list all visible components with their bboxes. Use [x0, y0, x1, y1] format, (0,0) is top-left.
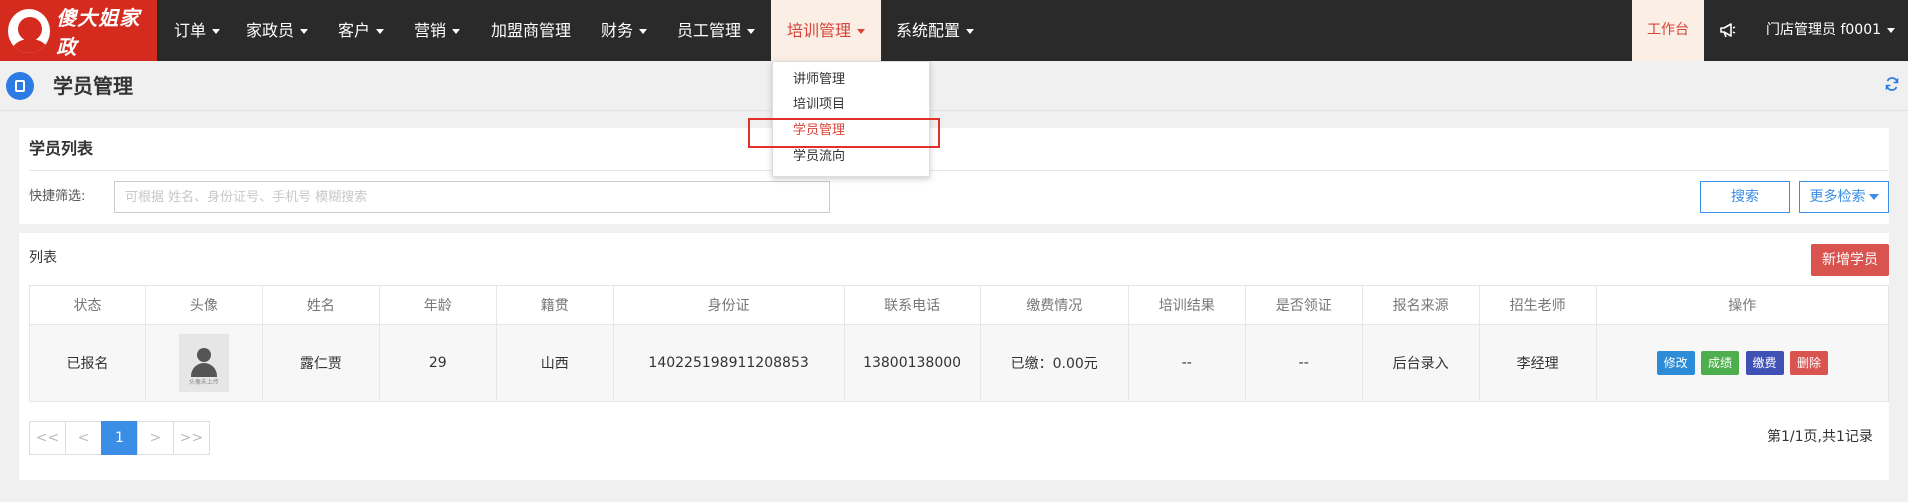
brand-avatar-icon	[8, 8, 51, 53]
column-header: 籍贯	[495, 285, 614, 325]
caret-down-icon	[1868, 194, 1879, 200]
nav-item-training[interactable]: 培训管理	[771, 0, 882, 61]
nav-item-finance[interactable]: 财务	[601, 0, 648, 61]
column-header: 操作	[1595, 285, 1890, 325]
column-header: 姓名	[261, 285, 380, 325]
column-header: 招生老师	[1478, 285, 1597, 325]
user-menu[interactable]: 门店管理员 f0001	[1766, 0, 1896, 61]
caret-down-icon	[212, 29, 221, 34]
cell-phone: 13800138000	[843, 324, 981, 402]
caret-down-icon	[376, 29, 385, 34]
caret-down-icon	[966, 29, 975, 34]
table-row: 已报名 头像未上传 露仁贾 29 山西 140225198911208853 1…	[29, 324, 1890, 402]
score-button[interactable]: 成绩	[1701, 351, 1740, 375]
nav-item-franchise[interactable]: 加盟商管理	[491, 0, 571, 61]
caret-down-icon	[639, 29, 648, 34]
column-header: 年龄	[378, 285, 497, 325]
last-page-button[interactable]: >>	[173, 421, 210, 455]
cell-origin: 山西	[495, 324, 614, 402]
list-label: 列表	[29, 250, 57, 266]
more-search-button[interactable]: 更多检索	[1799, 181, 1889, 213]
edit-button[interactable]: 修改	[1656, 351, 1695, 375]
search-input[interactable]	[114, 181, 830, 213]
cell-avatar: 头像未上传	[144, 324, 263, 402]
column-header: 是否领证	[1244, 285, 1363, 325]
caret-down-icon	[1887, 27, 1896, 33]
brand-name: 傻大姐家政	[56, 5, 141, 59]
cell-id-card: 140225198911208853	[612, 324, 845, 402]
page-title: 学员管理	[53, 74, 133, 98]
nav-item-customers[interactable]: 客户	[338, 0, 385, 61]
column-header: 头像	[144, 285, 263, 325]
nav-item-staff[interactable]: 员工管理	[677, 0, 756, 61]
nav-item-housekeepers[interactable]: 家政员	[246, 0, 309, 61]
column-header: 培训结果	[1127, 285, 1246, 325]
column-header: 报名来源	[1361, 285, 1480, 325]
cell-name: 露仁贾	[261, 324, 380, 402]
page-button-current[interactable]: 1	[101, 421, 138, 455]
divider	[29, 170, 1889, 171]
section-title: 学员列表	[29, 139, 94, 158]
menu-item-instructors[interactable]: 讲师管理	[793, 68, 845, 92]
book-icon	[6, 72, 34, 100]
workbench-button[interactable]: 工作台	[1632, 0, 1704, 61]
nav-item-system-config[interactable]: 系统配置	[896, 0, 975, 61]
nav-item-orders[interactable]: 订单	[174, 0, 221, 61]
caret-down-icon	[452, 29, 461, 34]
add-student-button[interactable]: 新增学员	[1811, 244, 1889, 276]
column-header: 身份证	[612, 285, 845, 325]
column-header: 状态	[29, 285, 146, 325]
pay-button[interactable]: 缴费	[1745, 351, 1784, 375]
column-header: 联系电话	[843, 285, 981, 325]
delete-button[interactable]: 删除	[1789, 351, 1828, 375]
first-page-button[interactable]: <<	[29, 421, 66, 455]
top-navbar: 傻大姐家政 订单 家政员 客户 营销 加盟商管理 财务 员工管理 培训管理 系统…	[0, 0, 1908, 61]
cell-payment: 已缴：0.00元	[979, 324, 1129, 402]
avatar[interactable]: 头像未上传	[178, 334, 229, 392]
caret-down-icon	[857, 29, 866, 34]
pagination-info: 第1/1页,共1记录	[1767, 429, 1873, 445]
table-header-row: 状态 头像 姓名 年龄 籍贯 身份证 联系电话 缴费情况 培训结果 是否领证 报…	[29, 285, 1890, 325]
next-page-button[interactable]: >	[137, 421, 174, 455]
column-header: 缴费情况	[979, 285, 1129, 325]
cell-certificate: --	[1244, 324, 1363, 402]
prev-page-button[interactable]: <	[65, 421, 102, 455]
cell-training-result: --	[1127, 324, 1246, 402]
page-header	[0, 61, 1908, 111]
students-table: 状态 头像 姓名 年龄 籍贯 身份证 联系电话 缴费情况 培训结果 是否领证 报…	[29, 285, 1890, 402]
megaphone-icon[interactable]	[1718, 20, 1738, 40]
menu-item-student-flow[interactable]: 学员流向	[793, 145, 845, 169]
highlight-box	[748, 118, 940, 148]
cell-status: 已报名	[29, 324, 146, 402]
cell-source: 后台录入	[1361, 324, 1480, 402]
caret-down-icon	[300, 29, 309, 34]
cell-age: 29	[378, 324, 497, 402]
pagination: << < 1 > >>	[29, 421, 210, 455]
avatar-caption: 头像未上传	[188, 379, 219, 386]
nav-item-marketing[interactable]: 营销	[414, 0, 461, 61]
menu-item-training-projects[interactable]: 培训项目	[793, 93, 845, 117]
cell-teacher: 李经理	[1478, 324, 1597, 402]
caret-down-icon	[747, 29, 756, 34]
filter-label: 快捷筛选:	[29, 189, 86, 204]
refresh-icon[interactable]	[1884, 76, 1900, 92]
search-button[interactable]: 搜索	[1700, 181, 1790, 213]
user-icon	[196, 348, 211, 362]
cell-actions: 修改 成绩 缴费 删除	[1595, 324, 1890, 402]
brand-logo[interactable]: 傻大姐家政	[0, 0, 157, 61]
